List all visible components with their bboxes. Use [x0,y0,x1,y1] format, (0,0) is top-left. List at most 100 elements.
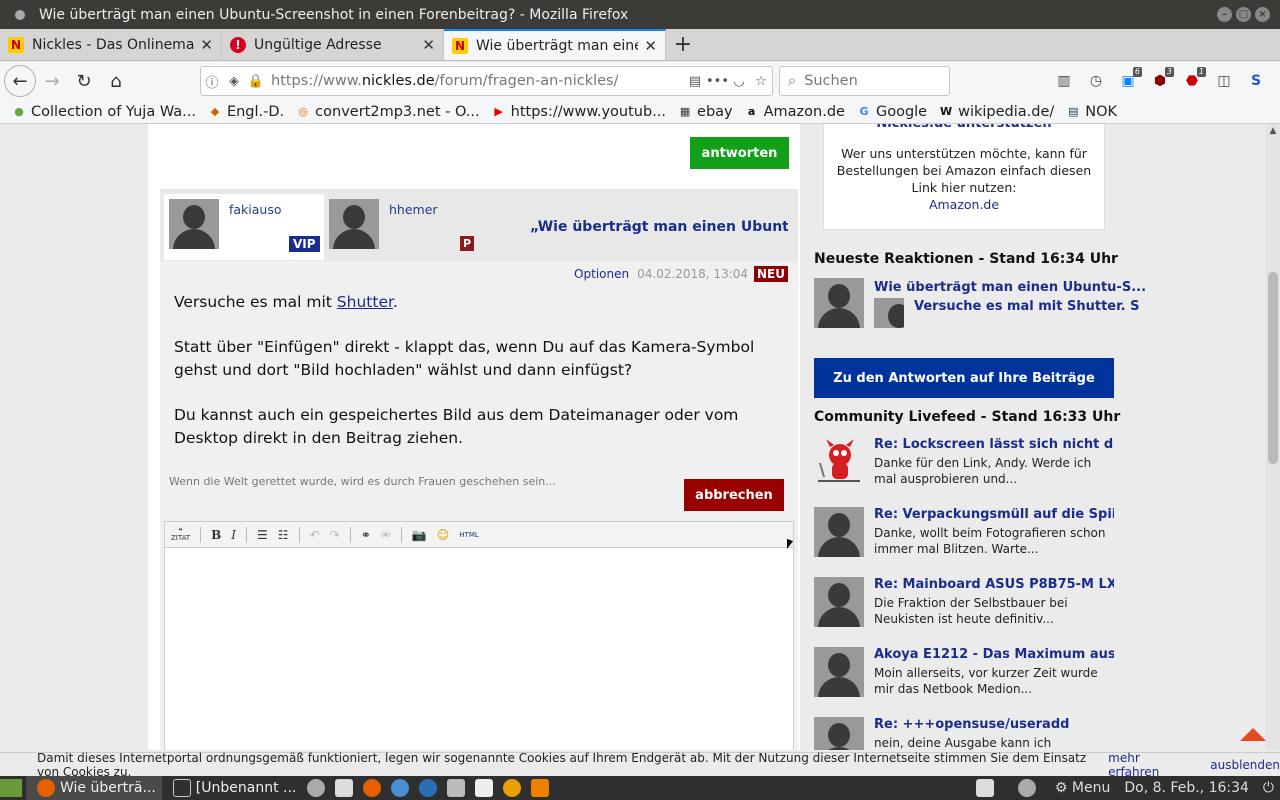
undo-icon[interactable]: ↶ [310,528,320,542]
history-icon[interactable]: ◷ [1082,66,1110,96]
options-link[interactable]: Optionen [574,267,629,281]
search-input[interactable]: ⌕ Suchen [779,66,950,96]
adblock-icon[interactable]: ⬣ 1 [1178,66,1206,96]
minimize-icon[interactable]: – [1217,7,1232,22]
amazon-link[interactable]: Amazon.de [824,196,1104,213]
user-card-fakiauso[interactable]: fakiauso VIP [164,194,324,260]
feed-title[interactable]: Akoya E1212 - Das Maximum aus d... [874,647,1114,662]
close-icon[interactable]: × [1255,7,1270,22]
task-firefox[interactable]: Wie überträ... [26,776,162,800]
clock[interactable]: Do, 8. Feb., 16:34 [1124,780,1249,796]
url-text[interactable]: https://www.nickles.de/forum/fragen-an-n… [271,73,684,89]
italic-icon[interactable]: I [231,528,236,542]
bookmark-youtube[interactable]: ▶ https://www.youtub... [492,104,666,120]
reply-editor[interactable]: ❝ ZITAT B I ☰ ☷ ↶ ↷ ⚭ ⚮ 📷 ☺ HTML [164,521,794,750]
bookmark-amazon[interactable]: a Amazon.de [745,104,845,120]
cancel-button[interactable]: abbrechen [684,479,784,511]
vlc-icon[interactable] [531,779,550,797]
thread-title[interactable]: „Wie überträgt man einen Ubuntu-S... [530,219,788,235]
page-actions-icon[interactable]: ••• [706,74,729,89]
bookmark-engl-d[interactable]: ◆ Engl.-D. [208,104,284,120]
ublock-icon[interactable]: ⬢ 3 [1146,66,1174,96]
bookmark-nok[interactable]: ▤ NOK [1066,104,1117,120]
feed-item[interactable]: Re: Mainboard ASUS P8B75-M LX Die Frakti… [814,577,1114,637]
tab-current-thread[interactable]: N Wie überträgt man einen ✕ [444,29,666,60]
home-icon[interactable]: ⌂ [100,65,132,97]
forward-arrow-icon[interactable]: → [36,65,68,97]
notes-icon[interactable] [975,779,994,797]
shield-icon[interactable]: ◈ [223,74,245,89]
tab-nickles[interactable]: N Nickles - Das Onlinemag ✕ [0,29,222,60]
bookmark-google[interactable]: G Google [857,104,927,120]
bookmark-ebay[interactable]: ▦ ebay [678,104,733,120]
reader-view-icon[interactable]: ▤ [684,74,706,89]
menu-icon[interactable]: ≡ [1274,66,1280,96]
url-bar[interactable]: ⓘ ◈ 🔒 https://www.nickles.de/forum/frage… [200,66,773,96]
tab-invalid-address[interactable]: ! Ungültige Adresse ✕ [222,29,444,60]
power-icon[interactable]: ⏻ [1263,780,1274,796]
support-heading[interactable]: Nickles.de unterstützen [824,124,1104,132]
text-editor-icon[interactable] [335,779,354,797]
tab-close-icon[interactable]: ✕ [644,37,657,55]
shutter-link[interactable]: Shutter [337,293,393,311]
hide-cookie-link[interactable]: ausblenden [1210,758,1280,772]
bookmark-wikipedia[interactable]: Wwikipedia.de/ [939,104,1054,120]
feed-item[interactable]: Re: Verpackungsmüll auf die Spiit... Dan… [814,507,1114,567]
reaction-title[interactable]: Wie überträgt man einen Ubuntu-S... [874,280,1146,295]
s-extension-icon[interactable]: S [1242,66,1270,96]
window-menu-icon[interactable] [15,9,25,20]
smiley-icon[interactable]: ☺ [437,528,450,542]
feed-item[interactable]: Re: +++opensuse/useradd nein, deine Ausg… [814,717,1114,750]
library-icon[interactable]: ▥ [1050,66,1078,96]
feed-title[interactable]: Re: +++opensuse/useradd [874,717,1114,732]
more-info-link[interactable]: mehr erfahren [1108,751,1188,779]
feed-item[interactable]: Akoya E1212 - Das Maximum aus d... Moin … [814,647,1114,707]
bookmark-convert2mp3[interactable]: ◎ convert2mp3.net - O... [296,104,479,120]
bookmark-star-icon[interactable]: ☆ [750,74,772,89]
reaction-text[interactable]: Versuche es mal mit Shutter. S [914,299,1140,314]
task-editor[interactable]: [Unbenannt ... [162,776,303,800]
feed-title[interactable]: Re: Verpackungsmüll auf die Spiit... [874,507,1114,522]
numbered-list-icon[interactable]: ☷ [278,528,289,542]
firefox-launcher-icon[interactable] [363,779,382,797]
feed-title[interactable]: Re: Mainboard ASUS P8B75-M LX [874,577,1114,592]
html-icon[interactable]: HTML [459,531,478,539]
pocket-icon[interactable]: ◡ [728,74,750,89]
show-desktop-icon[interactable] [0,779,22,797]
unlink-icon[interactable]: ⚮ [381,528,391,542]
reload-icon[interactable]: ↻ [68,65,100,97]
feed-title[interactable]: Re: Lockscreen lässt sich nicht da... [874,437,1114,452]
username[interactable]: fakiauso [229,202,282,217]
quote-icon[interactable]: ❝ ZITAT [171,527,190,542]
reaction-item[interactable]: Wie überträgt man einen Ubuntu-S... Vers… [814,278,1146,328]
thunderbird-icon[interactable] [419,779,438,797]
redo-icon[interactable]: ↷ [330,528,340,542]
files-icon[interactable] [475,779,494,797]
page-scrollbar[interactable]: ▲ [1266,124,1280,750]
new-tab-button[interactable]: + [666,29,700,60]
tab-close-icon[interactable]: ✕ [422,36,435,54]
user-card-hhemer[interactable]: hhemer P [324,194,484,260]
link-icon[interactable]: ⚭ [361,528,371,542]
scroll-up-icon[interactable]: ▲ [1266,126,1280,136]
drive-icon[interactable] [1017,779,1036,797]
search-app-icon[interactable] [503,779,522,797]
scroll-to-top-icon[interactable] [1240,728,1266,741]
reply-button[interactable]: antworten [690,137,789,169]
feed-item[interactable]: Re: Lockscreen lässt sich nicht da... Da… [814,437,1114,497]
extension-s-icon[interactable]: ▣ 6 [1114,66,1142,96]
scrollbar-thumb[interactable] [1268,272,1278,464]
globe-icon[interactable] [391,779,410,797]
lock-icon[interactable]: 🔒 [245,74,267,89]
maximize-icon[interactable]: □ [1236,7,1251,22]
tab-close-icon[interactable]: ✕ [200,36,213,54]
bold-icon[interactable]: B [211,528,221,542]
username[interactable]: hhemer [389,202,438,217]
camera-icon[interactable]: 📷 [412,528,427,542]
answers-button[interactable]: Zu den Antworten auf Ihre Beiträge [814,358,1114,398]
menu-button[interactable]: ⚙ Menu [1055,780,1110,796]
disk-icon[interactable] [307,779,326,797]
camera-app-icon[interactable] [447,779,466,797]
bookmark-yuja[interactable]: ● Collection of Yuja Wa... [12,104,196,120]
back-arrow-icon[interactable]: ← [4,65,36,97]
